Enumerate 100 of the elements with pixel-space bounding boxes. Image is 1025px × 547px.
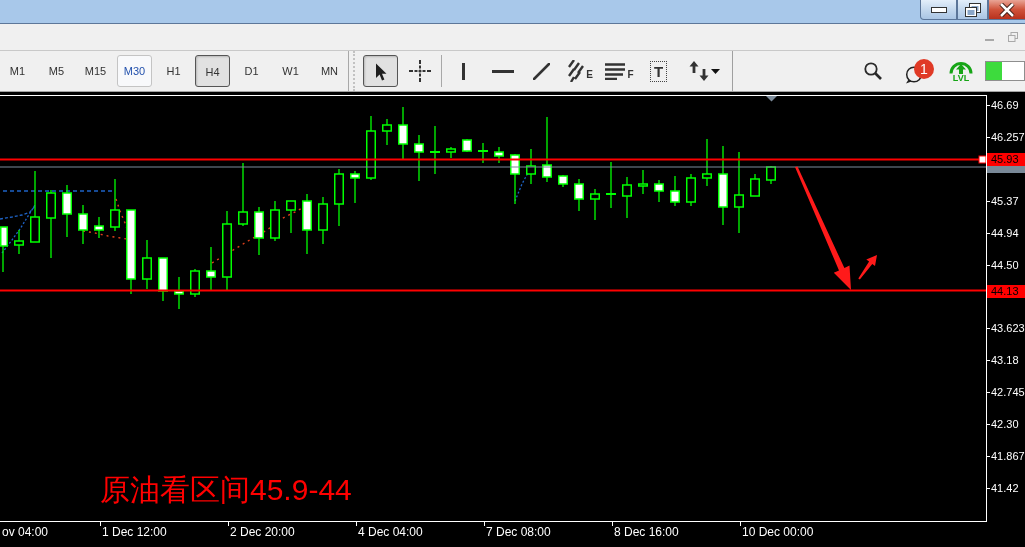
candlestick [318,196,328,245]
candlestick [174,276,184,310]
candlestick [654,179,664,203]
horizontal-level-line[interactable] [0,289,986,292]
candlestick [510,153,520,205]
price-label: 44.94 [987,225,1019,240]
dashed-lines-icon [568,60,585,82]
time-label: 7 Dec 08:00 [484,522,551,539]
candlestick [622,176,632,219]
candlestick [0,226,8,273]
timeframe-button[interactable]: M1 [0,55,35,87]
close-button[interactable] [988,0,1025,20]
annotation-text: 原油看区间45.9-44 [100,472,352,508]
timeframe-button[interactable]: M15 [78,55,113,87]
time-label: ov 04:00 [0,522,49,539]
candlestick [750,173,760,197]
fibonacci-tool-button[interactable]: F [602,55,637,87]
price-label: 42.30 [987,417,1019,431]
text-tool-button[interactable]: T [641,55,676,87]
candlestick [62,184,72,238]
cursor-tool-button[interactable] [363,55,398,87]
close-icon [999,2,1015,17]
meter-icon [985,61,1025,81]
time-label: 1 Dec 12:00 [100,522,167,539]
candlestick [686,173,696,207]
timeframe-button[interactable]: W1 [273,55,308,87]
caret-icon [710,68,720,74]
price-label: 46.69 [987,98,1019,112]
candlestick [254,206,264,256]
candlestick [366,115,376,181]
search-icon [864,62,882,80]
candlestick [494,146,504,164]
time-label: 8 Dec 16:00 [612,522,679,539]
candlestick [414,134,424,182]
price-label: 43.18 [987,353,1019,368]
candlestick [14,229,24,255]
notifications-button[interactable]: 1 [903,55,937,87]
timeframe-button[interactable]: M5 [39,55,74,87]
pointer-icon [374,63,387,81]
candlestick [350,170,360,204]
candlestick [110,178,120,232]
candlestick [94,216,104,239]
candlestick [302,193,312,255]
timeframe-button[interactable]: H4 [195,55,230,87]
price-label: 41.42 [987,480,1019,495]
candlestick [542,116,552,183]
up-down-arrows-icon [688,61,709,81]
candlestick [334,168,344,227]
minimize-icon [930,6,947,13]
restore-button[interactable] [957,0,988,20]
price-label: 43.623 [987,321,1025,336]
crosshair-icon [408,60,431,82]
candlestick [526,148,536,185]
candlestick [286,200,296,234]
channel-tool-button[interactable]: E [563,55,598,87]
candlestick [590,188,600,221]
diagonal-line-icon [533,62,550,80]
price-label: 46.257 [987,129,1025,144]
timeframe-button[interactable]: M30 [117,55,152,87]
candlestick [190,268,200,298]
timeframe-button[interactable]: D1 [234,55,269,87]
candlestick [158,257,168,302]
candlestick [478,142,488,164]
minimize-button[interactable] [920,0,957,20]
candlestick [462,138,472,153]
candlestick [446,146,456,159]
candlestick [398,106,408,160]
price-label: 44.50 [987,257,1019,272]
horizontal-line-icon [491,69,514,73]
timeframe-button[interactable]: MN [312,55,347,87]
candlestick [46,189,56,259]
price-marker-icon [987,166,1025,173]
candlestick [558,174,568,188]
candlestick [606,161,616,209]
price-tag: 44.13 [987,284,1025,298]
shift-marker-icon[interactable] [766,96,777,102]
restore-icon [964,2,981,17]
candlestick [206,246,216,291]
candlestick [766,165,776,185]
time-label: 2 Dec 20:00 [228,522,295,539]
timeframe-button[interactable]: H1 [156,55,191,87]
price-label: 45.37 [987,193,1019,208]
arch-arrow-icon [949,59,973,74]
price-label: 42.745 [987,385,1025,400]
price-tag: 45.93 [987,153,1025,166]
candlestick [382,118,392,146]
price-label: 41.867 [987,448,1025,463]
chat-bubble-icon [905,66,923,84]
candlestick [574,178,584,212]
candlestick [702,138,712,187]
candlestick [638,169,648,195]
trend-arrow [858,255,877,280]
candlestick [238,162,248,227]
candlestick [670,175,680,207]
horizontal-lines-icon [605,62,626,80]
notification-badge: 1 [914,59,934,79]
time-label: 4 Dec 04:00 [356,522,423,539]
candlestick [78,204,88,245]
candlestick [142,239,152,290]
time-label: 10 Dec 00:00 [740,522,814,539]
